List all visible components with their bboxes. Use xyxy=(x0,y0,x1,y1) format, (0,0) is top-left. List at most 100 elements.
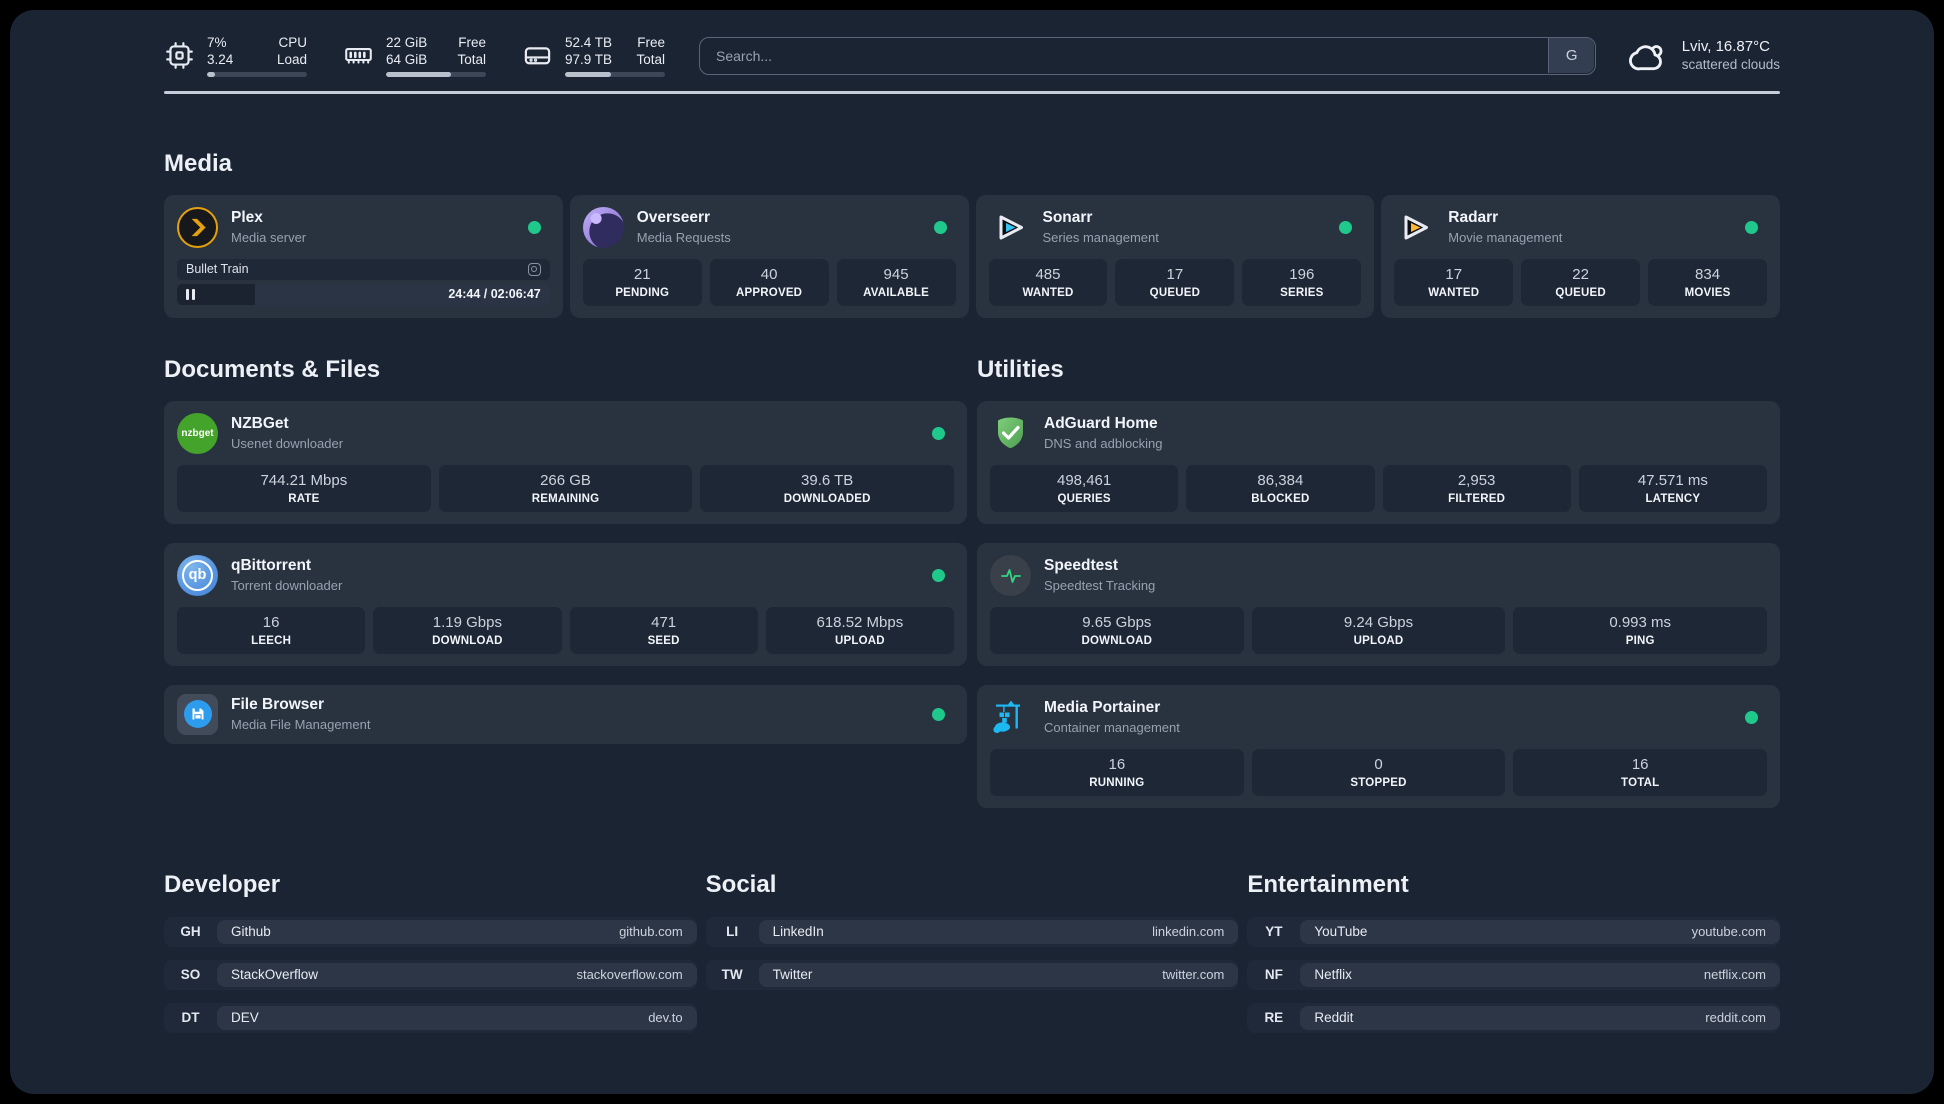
cpu-progress-bar xyxy=(207,72,307,77)
service-card-filebrowser[interactable]: File Browser Media File Management xyxy=(164,684,967,744)
status-dot-online xyxy=(1339,220,1353,234)
bookmark-url: reddit.com xyxy=(1705,1010,1766,1025)
bookmark-name: YouTube xyxy=(1314,924,1368,939)
section-title-media: Media xyxy=(164,149,233,177)
now-playing-row: Bullet Train xyxy=(177,258,550,280)
bookmark-url: netflix.com xyxy=(1703,967,1766,982)
bookmark-linkedin[interactable]: LI LinkedIn linkedin.com xyxy=(705,916,1239,947)
stat-tile: 618.52 Mbps UPLOAD xyxy=(765,606,954,654)
service-description: Media Requests xyxy=(636,230,731,245)
service-card-radarr[interactable]: Radarr Movie management 17 WANTED 22 QUEUE… xyxy=(1381,194,1780,318)
search-provider-button[interactable]: G xyxy=(1548,38,1595,73)
scattered-clouds-icon xyxy=(1628,44,1663,70)
bookmark-url: linkedin.com xyxy=(1152,924,1225,939)
bookmark-abbr: TW xyxy=(721,967,743,982)
stat-tile: 39.6 TB DOWNLOADED xyxy=(700,464,955,512)
playback-time: 24:44 / 02:06:47 xyxy=(448,287,541,301)
playback-progress-bar[interactable]: 24:44 / 02:06:47 xyxy=(177,283,550,305)
bookmark-youtube[interactable]: YT YouTube youtube.com xyxy=(1247,916,1780,947)
bookmark-netflix[interactable]: NF Netflix netflix.com xyxy=(1247,959,1780,990)
status-dot-online xyxy=(527,220,541,234)
bookmark-dev[interactable]: DT DEV dev.to xyxy=(164,1002,697,1033)
service-card-sonarr[interactable]: Sonarr Series management 485 WANTED 17 QUE… xyxy=(975,194,1375,318)
bookmark-abbr: RE xyxy=(1264,1010,1284,1025)
stat-tile: 498,461 QUERIES xyxy=(990,464,1179,512)
status-dot-online xyxy=(932,568,945,582)
service-name: qBittorrent xyxy=(231,557,312,574)
memory-progress-bar xyxy=(386,72,486,77)
bookmark-reddit[interactable]: RE Reddit reddit.com xyxy=(1247,1002,1780,1033)
bookmark-github[interactable]: GH Github github.com xyxy=(164,916,697,947)
stat-tile: 9.24 Gbps UPLOAD xyxy=(1251,606,1506,654)
bookmark-name: Github xyxy=(231,924,271,939)
cpu-usage-value: 7% xyxy=(207,35,227,50)
memory-icon xyxy=(345,48,372,64)
bookmark-name: Twitter xyxy=(772,967,813,982)
service-card-speedtest[interactable]: Speedtest Speedtest Tracking 9.65 Gbps DO… xyxy=(977,542,1780,666)
service-description: Speedtest Tracking xyxy=(1044,578,1156,593)
stat-tile: 196 SERIES xyxy=(1242,258,1362,306)
now-playing-title: Bullet Train xyxy=(186,262,249,276)
service-description: Container management xyxy=(1044,720,1180,735)
weather-widget: Lviv, 16.87°C scattered clouds xyxy=(1624,37,1780,75)
stat-tile: 47.571 ms LATENCY xyxy=(1578,464,1767,512)
bookmark-url: youtube.com xyxy=(1691,924,1766,939)
service-name: Media Portainer xyxy=(1044,699,1161,716)
service-description: Media server xyxy=(231,230,307,245)
disk-total-value: 97.9 TB xyxy=(565,52,613,67)
stat-tile: 16 TOTAL xyxy=(1513,748,1768,796)
pause-icon[interactable] xyxy=(186,288,195,300)
memory-free-value: 22 GiB xyxy=(386,35,428,50)
stat-tile: 21 PENDING xyxy=(582,258,702,306)
service-card-overseerr[interactable]: Overseerr Media Requests 21 PENDING 40 APP… xyxy=(569,194,969,318)
stat-tile: 834 MOVIES xyxy=(1648,258,1768,306)
stat-tile: 266 GB REMAINING xyxy=(438,464,693,512)
status-dot-online xyxy=(932,426,945,440)
adguard-icon xyxy=(990,413,1031,454)
stat-tile: 40 APPROVED xyxy=(709,258,829,306)
search-input[interactable] xyxy=(699,36,1596,75)
search-bar: G xyxy=(699,36,1596,75)
service-card-portainer[interactable]: Media Portainer Container management 16 R… xyxy=(977,684,1780,808)
service-card-adguard[interactable]: AdGuard Home DNS and adblocking 498,461 Q… xyxy=(977,400,1780,524)
service-card-qbittorrent[interactable]: qb qBittorrent Torrent downloader 16 LEEC… xyxy=(164,542,967,666)
speedtest-icon xyxy=(990,554,1031,596)
stat-tile: 86,384 BLOCKED xyxy=(1186,464,1375,512)
cpu-usage-label: CPU xyxy=(278,35,307,50)
bookmark-url: twitter.com xyxy=(1162,967,1225,982)
stat-tile: 0.993 ms PING xyxy=(1513,606,1768,654)
bookmark-abbr: LI xyxy=(726,924,739,939)
disk-monitor: 52.4 TB Free 97.9 TB Total xyxy=(522,34,665,77)
memory-total-value: 64 GiB xyxy=(386,52,428,67)
status-dot-online xyxy=(932,707,945,721)
service-card-plex[interactable]: Plex Media server Bullet Train 24:44 / 0… xyxy=(164,194,563,318)
qbittorrent-icon: qb xyxy=(177,554,218,596)
weather-location: Lviv, 16.87°C xyxy=(1681,38,1770,55)
service-name: Sonarr xyxy=(1042,209,1093,226)
disk-free-label: Free xyxy=(637,35,665,50)
bookmark-name: Netflix xyxy=(1314,967,1352,982)
bookmark-twitter[interactable]: TW Twitter twitter.com xyxy=(705,959,1239,990)
cpu-load-label: Load xyxy=(276,52,307,67)
status-dot-online xyxy=(933,220,947,234)
stat-tile: 471 SEED xyxy=(569,606,758,654)
sonarr-icon xyxy=(989,207,1030,248)
status-dot-online xyxy=(1745,220,1758,234)
bookmark-url: dev.to xyxy=(648,1010,683,1025)
memory-progress-fill xyxy=(386,72,451,77)
stat-tile: 1.19 Gbps DOWNLOAD xyxy=(373,606,562,654)
bookmark-group-entertainment: Entertainment YT YouTube youtube.com NF N… xyxy=(1247,827,1780,1046)
memory-monitor: 22 GiB Free 64 GiB Total xyxy=(343,34,486,77)
stat-tile: 17 QUEUED xyxy=(1115,258,1235,306)
bookmark-abbr: GH xyxy=(180,924,201,939)
stat-tile: 17 WANTED xyxy=(1394,258,1514,306)
bookmark-stackoverflow[interactable]: SO StackOverflow stackoverflow.com xyxy=(164,959,697,990)
memory-free-label: Free xyxy=(458,35,486,50)
disk-total-label: Total xyxy=(636,52,665,67)
service-card-nzbget[interactable]: nzbget NZBGet Usenet downloader 744.21 M… xyxy=(164,400,967,524)
dashboard-panel: 7% CPU 3.24 Load 22 GiB Free 64 GiB Total xyxy=(10,10,1934,1094)
header-divider xyxy=(164,91,1780,94)
memory-total-label: Total xyxy=(457,52,486,67)
bookmark-abbr: YT xyxy=(1265,924,1283,939)
section-title-social: Social xyxy=(705,870,777,898)
